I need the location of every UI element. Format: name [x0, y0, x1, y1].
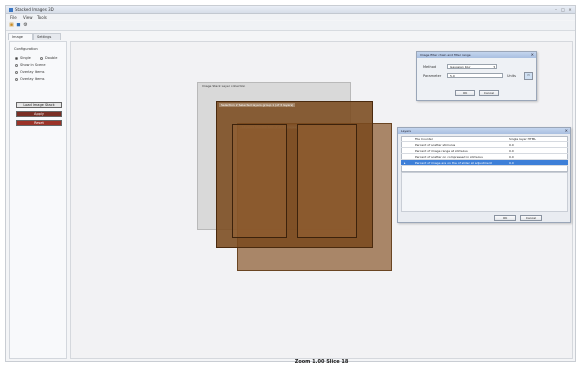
- filter-ok-button[interactable]: OK: [455, 90, 475, 96]
- layer-inner-panel-right: [297, 124, 357, 238]
- parameter-label: Parameter: [423, 74, 442, 78]
- folder-icon: ▭: [527, 73, 530, 77]
- menu-file[interactable]: File: [10, 15, 17, 20]
- unit-label: Units: [507, 74, 516, 78]
- radio-double[interactable]: Double: [40, 56, 57, 60]
- layers-dialog: Layers ✕ File Counter Single layer HTML P…: [397, 127, 571, 223]
- radio-single[interactable]: Single: [15, 56, 31, 60]
- method-label: Method: [423, 65, 437, 69]
- menu-bar: File View Tools: [6, 14, 575, 20]
- tab-image-stack[interactable]: Image Stack: [8, 33, 33, 46]
- tab-strip: Image Stack Settings Panel: [6, 33, 575, 46]
- app-icon: [9, 8, 13, 12]
- close-button[interactable]: ✕: [567, 7, 573, 12]
- tab-settings-panel[interactable]: Settings Panel: [33, 33, 61, 46]
- filter-dialog-title: Image filter chain and filter range: [417, 52, 536, 58]
- filter-dialog: Image filter chain and filter range ✕ Me…: [416, 51, 537, 101]
- apply-button[interactable]: Apply: [16, 111, 62, 117]
- minimize-button[interactable]: –: [553, 7, 559, 12]
- window-title: Stacked Images 3D: [15, 7, 54, 12]
- title-bar: Stacked Images 3D – □ ✕: [6, 6, 575, 14]
- grid-empty-area: [401, 172, 568, 212]
- save-icon[interactable]: ◼: [16, 23, 21, 28]
- layers-cancel-button[interactable]: Cancel: [520, 215, 542, 221]
- filter-dialog-close-button[interactable]: ✕: [531, 52, 534, 58]
- maximize-button[interactable]: □: [560, 7, 566, 12]
- menu-view[interactable]: View: [23, 15, 33, 20]
- grid-row-selected[interactable]: ▸ Percent of image are on the of slider a…: [401, 160, 568, 166]
- app-window: Stacked Images 3D – □ ✕ File View Tools …: [5, 5, 576, 365]
- chevron-down-icon: ▾: [493, 65, 495, 69]
- radio-overlay-items[interactable]: Overlay Items: [15, 70, 45, 74]
- layer-dark-brown-label: Selection 2 Selected layers group 1 (of …: [219, 103, 296, 107]
- settings-icon[interactable]: ⚙: [23, 23, 28, 28]
- radio-dot-icon: [15, 56, 18, 60]
- layer-dark-brown[interactable]: Selection 2 Selected layers group 1 (of …: [216, 101, 373, 248]
- layers-dialog-close-button[interactable]: ✕: [565, 128, 568, 134]
- radio-dot-icon: [15, 70, 18, 74]
- layer-gray-label: Image Stack Layer collection: [202, 84, 246, 88]
- left-panel: Configuration Single Double Show in Scen…: [9, 41, 67, 359]
- radio-show-in-scene[interactable]: Show in Scene: [15, 63, 46, 67]
- menu-tools[interactable]: Tools: [37, 15, 47, 20]
- status-text: Zoom 1.00 Slice 18: [294, 359, 349, 365]
- toolbar: ▣ ◼ ⚙: [6, 21, 575, 31]
- load-image-stack-button[interactable]: Load Image Stack: [16, 102, 62, 108]
- reset-button[interactable]: Reset: [16, 120, 62, 126]
- radio-dot-icon: [15, 77, 18, 81]
- method-select[interactable]: Gaussian blur ▾: [447, 64, 497, 69]
- radio-dot-icon: [40, 56, 43, 60]
- layer-inner-panel-left: [232, 124, 287, 238]
- filter-cancel-button[interactable]: Cancel: [479, 90, 499, 96]
- layers-dialog-title: Layers: [398, 128, 570, 134]
- radio-overlay-items-2[interactable]: Overlay Items: [15, 77, 45, 81]
- layers-ok-button[interactable]: OK: [494, 215, 516, 221]
- group-title: Configuration: [14, 47, 38, 51]
- open-icon[interactable]: ▣: [9, 23, 14, 28]
- parameter-input[interactable]: 5.0: [447, 73, 503, 78]
- radio-dot-icon: [15, 63, 18, 67]
- browse-button[interactable]: ▭: [524, 72, 533, 80]
